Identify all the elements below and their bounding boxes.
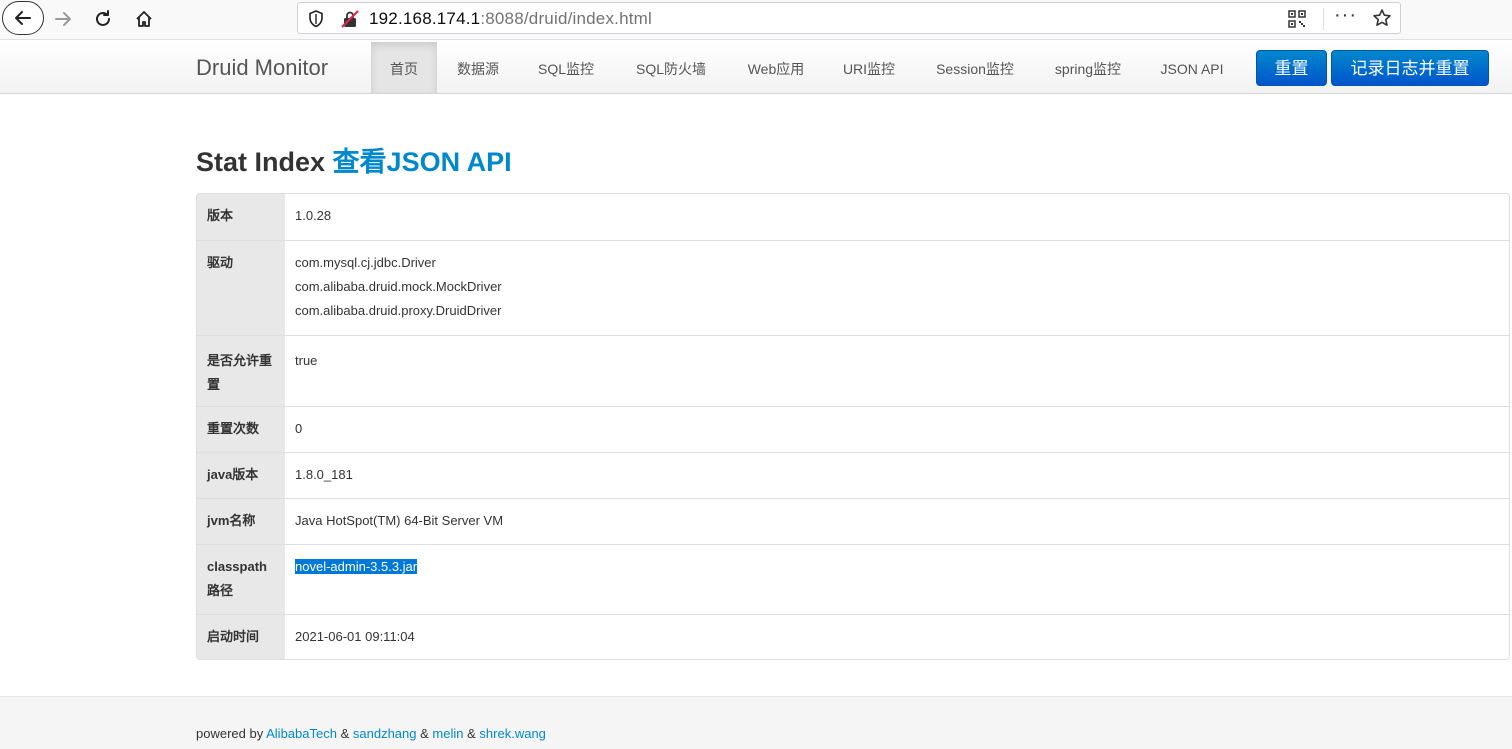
row-key: 启动时间 <box>197 615 285 659</box>
qr-code-icon[interactable] <box>1288 10 1306 33</box>
table-row: 驱动 com.mysql.cj.jdbc.Driver com.alibaba.… <box>197 240 1509 335</box>
table-row: jvm名称 Java HotSpot(TM) 64-Bit Server VM <box>197 498 1509 544</box>
row-key: 版本 <box>197 194 285 240</box>
row-value: 2021-06-01 09:11:04 <box>285 615 1509 659</box>
value-line: true <box>295 353 318 368</box>
footer-link-shrek-wang[interactable]: shrek.wang <box>479 726 545 741</box>
row-value: Java HotSpot(TM) 64-Bit Server VM <box>285 499 1509 544</box>
row-value: com.mysql.cj.jdbc.Driver com.alibaba.dru… <box>285 241 1509 335</box>
view-json-api-link[interactable]: 查看JSON API <box>333 147 512 177</box>
nav-web-app[interactable]: Web应用 <box>733 42 819 93</box>
row-value: 0 <box>285 407 1509 452</box>
nav-spring-monitor[interactable]: spring监控 <box>1041 42 1135 93</box>
footer-separator: & <box>467 726 476 741</box>
value-line: Java HotSpot(TM) 64-Bit Server VM <box>295 513 504 528</box>
row-value: true <box>285 336 1509 406</box>
reload-icon <box>96 10 110 26</box>
back-button[interactable] <box>2 1 44 35</box>
row-key: classpath路径 <box>197 545 285 614</box>
footer-link-sandzhang[interactable]: sandzhang <box>353 726 417 741</box>
table-row: classpath路径 novel-admin-3.5.3.jar <box>197 544 1509 614</box>
address-bar[interactable]: 192.168.174.1:8088/druid/index.html ··· <box>297 2 1401 34</box>
nav-home[interactable]: 首页 <box>371 42 437 93</box>
nav-json-api[interactable]: JSON API <box>1146 42 1238 93</box>
selected-text: novel-admin-3.5.3.jar <box>295 559 418 574</box>
row-key: jvm名称 <box>197 499 285 544</box>
footer: powered by AlibabaTech & sandzhang & mel… <box>0 696 1512 749</box>
row-value: 1.8.0_181 <box>285 453 1509 498</box>
footer-link-alibabatech[interactable]: AlibabaTech <box>266 726 337 741</box>
bookmark-star-icon[interactable] <box>1372 8 1392 33</box>
footer-link-melin[interactable]: melin <box>432 726 463 741</box>
arrow-left-icon <box>15 11 31 25</box>
footer-separator: & <box>340 726 350 741</box>
table-row: 重置次数 0 <box>197 406 1509 452</box>
insecure-lock-icon[interactable] <box>340 9 360 34</box>
footer-prefix: powered by <box>196 726 264 741</box>
druid-navbar: Druid Monitor 首页 数据源 SQL监控 SQL防火墙 Web应用 … <box>0 41 1512 94</box>
row-key: 重置次数 <box>197 407 285 452</box>
arrow-right-icon <box>55 12 71 26</box>
value-line: 0 <box>295 421 303 436</box>
nav-uri-monitor[interactable]: URI监控 <box>830 42 908 93</box>
row-key: 驱动 <box>197 241 285 335</box>
shield-icon[interactable] <box>308 10 324 33</box>
page-title-text: Stat Index <box>196 147 326 177</box>
more-actions-icon[interactable]: ··· <box>1334 4 1357 27</box>
table-row: 是否允许重置 true <box>197 335 1509 406</box>
value-line: com.alibaba.druid.mock.MockDriver <box>295 279 502 294</box>
reload-button[interactable] <box>91 4 115 34</box>
value-line: novel-admin-3.5.3.jar <box>295 555 1499 579</box>
nav-sql-firewall[interactable]: SQL防火墙 <box>619 42 723 93</box>
footer-credits: powered by AlibabaTech & sandzhang & mel… <box>196 726 546 741</box>
row-key: 是否允许重置 <box>197 336 285 406</box>
value-line: com.mysql.cj.jdbc.Driver <box>295 255 436 270</box>
nav-datasource[interactable]: 数据源 <box>444 42 512 93</box>
browser-toolbar: 192.168.174.1:8088/druid/index.html ··· <box>0 0 1512 40</box>
table-row: 启动时间 2021-06-01 09:11:04 <box>197 614 1509 659</box>
row-key: java版本 <box>197 453 285 498</box>
table-row: 版本 1.0.28 <box>197 194 1509 240</box>
url-text: 192.168.174.1:8088/druid/index.html <box>369 9 652 28</box>
row-value: novel-admin-3.5.3.jar <box>285 545 1509 614</box>
row-value: 1.0.28 <box>285 194 1509 240</box>
brand-logo[interactable]: Druid Monitor <box>196 55 328 81</box>
nav-session-monitor[interactable]: Session监控 <box>920 42 1030 93</box>
value-line: 1.0.28 <box>295 208 332 223</box>
home-icon <box>136 11 152 27</box>
page-title: Stat Index 查看JSON API <box>196 140 512 179</box>
value-line: 1.8.0_181 <box>295 467 353 482</box>
stat-table: 版本 1.0.28 驱动 com.mysql.cj.jdbc.Driver co… <box>196 193 1510 660</box>
forward-button[interactable] <box>51 4 75 34</box>
log-and-reset-button[interactable]: 记录日志并重置 <box>1331 50 1489 86</box>
value-line: 2021-06-01 09:11:04 <box>295 629 415 644</box>
reset-button[interactable]: 重置 <box>1256 50 1327 86</box>
home-button[interactable] <box>132 4 156 34</box>
footer-separator: & <box>420 726 429 741</box>
nav-sql-monitor[interactable]: SQL监控 <box>523 42 609 93</box>
value-line: com.alibaba.druid.proxy.DruidDriver <box>295 303 502 318</box>
divider <box>1323 8 1324 30</box>
table-row: java版本 1.8.0_181 <box>197 452 1509 498</box>
